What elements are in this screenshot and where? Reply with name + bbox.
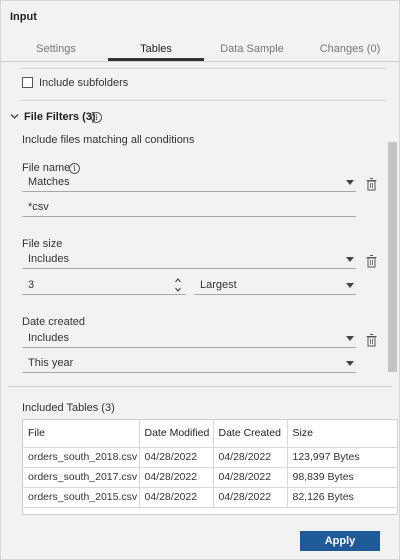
- table-header-row: File Date Modified Date Created Size: [23, 420, 398, 448]
- divider: [20, 68, 386, 69]
- dropdown-value: This year: [28, 357, 74, 369]
- column-header-date-created[interactable]: Date Created: [212, 420, 288, 448]
- trash-icon[interactable]: [366, 255, 377, 268]
- file-size-operator-dropdown[interactable]: Includes: [22, 250, 356, 269]
- stepper-arrows-icon[interactable]: [174, 277, 182, 293]
- column-header-file[interactable]: File: [23, 420, 140, 448]
- included-tables-table: File Date Modified Date Created Size ord…: [22, 419, 398, 515]
- file-size-count-input[interactable]: 3: [22, 276, 186, 295]
- cell-size: 123,997 Bytes: [286, 446, 398, 468]
- trash-icon[interactable]: [366, 178, 377, 191]
- column-header-date-modified[interactable]: Date Modified: [138, 420, 214, 448]
- file-size-order-dropdown[interactable]: Largest: [194, 276, 356, 295]
- scrollbar-thumb[interactable]: [388, 142, 397, 372]
- column-header-size[interactable]: Size: [286, 420, 398, 448]
- dropdown-value: Includes: [28, 253, 69, 265]
- table-row[interactable]: orders_south_2015.csv 04/28/2022 04/28/2…: [23, 486, 398, 508]
- caret-down-icon: [346, 361, 354, 366]
- dropdown-value: Matches: [28, 176, 70, 188]
- file-size-label: File size: [22, 238, 63, 250]
- date-created-label: Date created: [22, 316, 85, 328]
- include-subfolders-checkbox[interactable]: [22, 77, 33, 88]
- tab-bar: Settings Tables Data Sample Changes (0): [0, 38, 400, 62]
- settings-scroll-area[interactable]: Include subfolders File Filters (3) i In…: [8, 64, 398, 384]
- caret-down-icon: [346, 180, 354, 185]
- apply-button[interactable]: Apply: [300, 531, 380, 551]
- cell-date-created: 04/28/2022: [212, 466, 288, 488]
- cell-size: 82,126 Bytes: [286, 486, 398, 508]
- caret-down-icon: [346, 283, 354, 288]
- cell-date-modified: 04/28/2022: [138, 446, 214, 468]
- caret-down-icon: [346, 336, 354, 341]
- dropdown-value: Largest: [200, 279, 237, 291]
- table-row[interactable]: orders_south_2018.csv 04/28/2022 04/28/2…: [23, 446, 398, 468]
- divider: [8, 386, 392, 387]
- included-tables-title: Included Tables (3): [22, 402, 115, 414]
- dropdown-value: Includes: [28, 332, 69, 344]
- cell-file: orders_south_2017.csv: [23, 466, 140, 488]
- file-filters-description: Include files matching all conditions: [22, 134, 195, 146]
- tab-settings[interactable]: Settings: [18, 43, 94, 55]
- tab-tables[interactable]: Tables: [110, 43, 202, 55]
- cell-date-modified: 04/28/2022: [138, 466, 214, 488]
- trash-icon[interactable]: [366, 334, 377, 347]
- cell-file: orders_south_2015.csv: [23, 486, 140, 508]
- tab-data-sample[interactable]: Data Sample: [208, 43, 296, 55]
- file-filters-title: File Filters (3): [24, 111, 96, 123]
- cell-date-created: 04/28/2022: [212, 446, 288, 468]
- tab-changes[interactable]: Changes (0): [310, 43, 390, 55]
- include-subfolders-label: Include subfolders: [39, 77, 129, 89]
- caret-down-icon: [346, 257, 354, 262]
- cell-date-created: 04/28/2022: [212, 486, 288, 508]
- file-name-pattern-input[interactable]: *csv: [22, 198, 356, 217]
- panel-title: Input: [10, 11, 37, 23]
- active-tab-indicator: [108, 58, 204, 61]
- date-created-period-dropdown[interactable]: This year: [22, 354, 356, 373]
- cell-size: 98,839 Bytes: [286, 466, 398, 488]
- divider: [20, 100, 386, 101]
- chevron-down-icon[interactable]: [10, 112, 19, 121]
- cell-date-modified: 04/28/2022: [138, 486, 214, 508]
- file-name-operator-dropdown[interactable]: Matches: [22, 173, 356, 192]
- table-row[interactable]: orders_south_2017.csv 04/28/2022 04/28/2…: [23, 466, 398, 488]
- info-icon[interactable]: i: [91, 112, 102, 123]
- cell-file: orders_south_2018.csv: [23, 446, 140, 468]
- input-value: 3: [28, 279, 35, 291]
- date-created-operator-dropdown[interactable]: Includes: [22, 329, 356, 348]
- input-value: *csv: [28, 201, 49, 213]
